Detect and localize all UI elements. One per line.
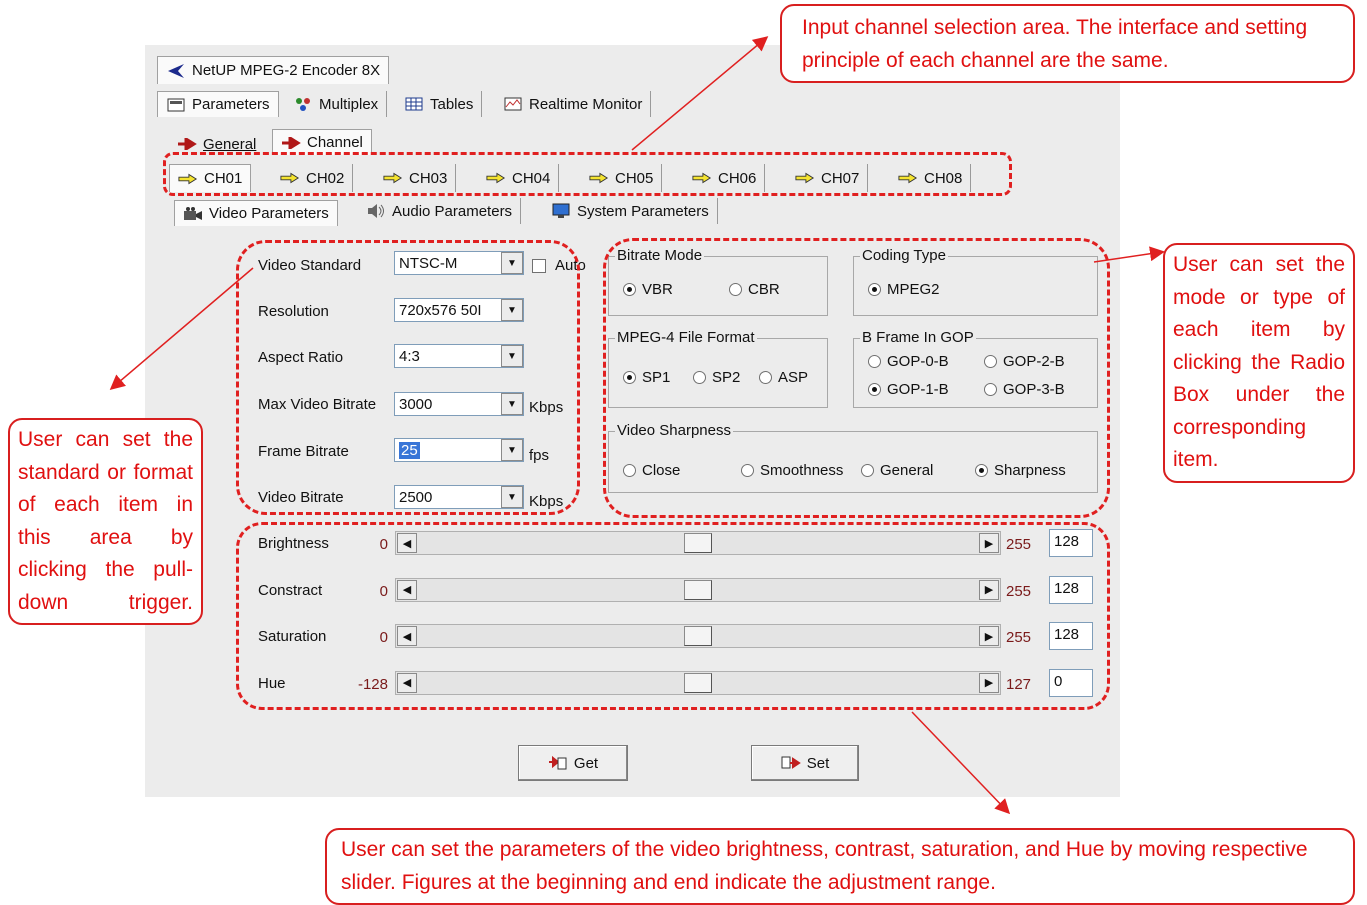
note-sliders: User can set the parameters of the video… <box>325 828 1355 905</box>
arrow-top <box>631 36 769 151</box>
arrow-bottom <box>911 711 1011 815</box>
arrow-right <box>1093 246 1165 263</box>
note-channel-selection: Input channel selection area. The interf… <box>780 4 1355 83</box>
annotation-arrows <box>109 36 1165 815</box>
arrow-left <box>109 267 254 390</box>
note-radio-box: User can set the mode or type of each it… <box>1163 243 1355 483</box>
note-pulldown: User can set the standard or format of e… <box>8 418 203 625</box>
